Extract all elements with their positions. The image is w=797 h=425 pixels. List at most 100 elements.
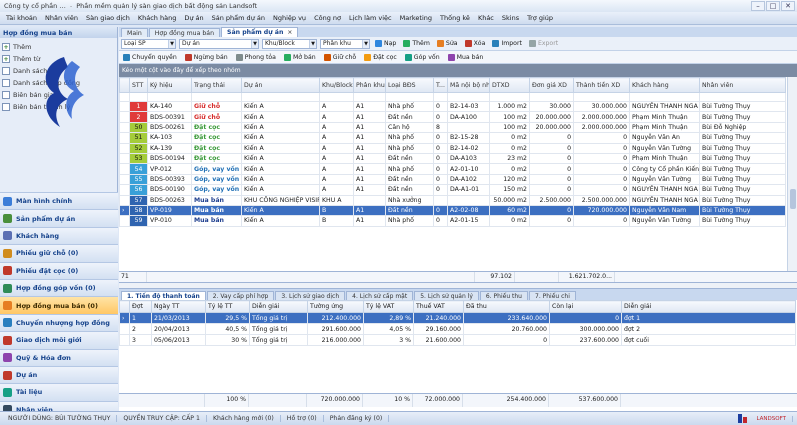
menu-item-2[interactable]: Sàn giao dịch [82, 14, 134, 22]
nav-item-4[interactable]: Phiếu đặt cọc (0) [0, 261, 118, 279]
action-button-2[interactable]: Phong tỏa [234, 52, 278, 63]
column-header[interactable]: T... [433, 77, 448, 93]
column-header[interactable]: Nhân viên [699, 77, 786, 93]
group-panel[interactable]: Kéo một cột vào đây để xếp theo nhóm [119, 64, 797, 77]
detail-tab-6[interactable]: 7. Phiếu chi [529, 291, 576, 300]
action-button-5[interactable]: Đặt cọc [362, 52, 399, 63]
column-header[interactable]: Đã thu [463, 300, 550, 313]
column-header[interactable]: Tỷ lệ TT [205, 300, 250, 313]
menu-item-1[interactable]: Nhân viên [41, 14, 82, 22]
column-header[interactable]: Tỷ lệ VAT [363, 300, 414, 313]
table-row[interactable]: 56 BDS-00190 Góp, vay vốn Kiến A A A1 Đất nền 0… [119, 184, 786, 196]
column-header[interactable]: Dự án [241, 77, 320, 93]
menu-item-13[interactable]: Trợ giúp [523, 14, 557, 22]
menu-item-11[interactable]: Khác [474, 14, 498, 22]
filter-button-5[interactable]: Export [527, 38, 560, 49]
menu-item-0[interactable]: Tài khoản [2, 14, 41, 22]
menu-item-4[interactable]: Dự án [180, 14, 207, 22]
filter-combo-0[interactable]: Loại SP ▼ [121, 38, 176, 49]
filter-button-2[interactable]: Sửa [435, 38, 460, 49]
action-button-7[interactable]: Mua bán [446, 52, 486, 63]
detail-tab-5[interactable]: 6. Phiếu thu [479, 291, 528, 300]
nav-item-1[interactable]: Sản phẩm dự án [0, 209, 118, 227]
column-header[interactable]: Đợt [129, 300, 152, 313]
detail-tab-0[interactable]: 1. Tiến độ thanh toán [121, 291, 206, 300]
column-header[interactable]: Khách hàng [629, 77, 700, 93]
column-header[interactable]: Thuế VAT [413, 300, 464, 313]
filter-button-4[interactable]: Import [490, 38, 524, 49]
column-header[interactable]: Mã nội bộ nhà [447, 77, 490, 93]
minimize-icon[interactable]: – [751, 1, 765, 11]
nav-item-0[interactable]: Màn hình chính [0, 192, 118, 210]
nav-item-6[interactable]: Hợp đồng mua bán (0) [0, 296, 118, 314]
column-header[interactable]: Phân khu [353, 77, 386, 93]
menu-item-5[interactable]: Sản phẩm dự án [208, 14, 269, 22]
column-header[interactable]: Tường ứng [307, 300, 364, 313]
nav-item-7[interactable]: Chuyển nhượng hợp đồng [0, 313, 118, 332]
column-header[interactable]: Còn lại [549, 300, 622, 313]
tab-2[interactable]: Sản phẩm dự án × [221, 27, 299, 37]
nav-item-9[interactable]: Quỹ & Hóa đơn [0, 348, 118, 366]
action-button-0[interactable]: Chuyển quyền [121, 52, 179, 63]
menu-item-3[interactable]: Khách hàng [134, 14, 180, 22]
column-header[interactable]: Loại BĐS [385, 77, 434, 93]
close-icon[interactable]: ✕ [781, 1, 795, 11]
payment-row[interactable]: 2 20/04/2013 40,5 % Tổng giá trị 291.600.000… [119, 323, 796, 335]
menu-item-12[interactable]: Skins [498, 14, 523, 22]
action-button-6[interactable]: Góp vốn [403, 52, 442, 63]
payment-row[interactable]: › 1 21/03/2013 29,5 % Tổng giá trị 212.400.00… [119, 312, 796, 324]
filter-row[interactable] [119, 92, 786, 102]
detail-tab-2[interactable]: 3. Lịch sử giao dịch [275, 291, 346, 300]
filter-button-0[interactable]: Nạp [373, 38, 398, 49]
menu-item-9[interactable]: Marketing [396, 14, 436, 22]
chevron-down-icon[interactable]: ▼ [251, 39, 258, 48]
filter-combo-1[interactable]: Dự án ▼ [179, 38, 259, 49]
column-header[interactable]: STT [129, 77, 148, 93]
table-row[interactable]: 55 BDS-00393 Góp, vay vốn Kiến A A A1 Đất nền 0… [119, 173, 786, 186]
filter-combo-2[interactable]: Khu/Block ▼ [262, 38, 317, 49]
action-button-3[interactable]: Mở bán [282, 52, 318, 63]
tab-1[interactable]: Hợp đồng mua bán [148, 28, 220, 37]
column-header[interactable]: Đơn giá XD [529, 77, 574, 93]
filter-combo-3[interactable]: Phân khu ▼ [320, 38, 370, 49]
chevron-down-icon[interactable]: ▼ [168, 39, 175, 48]
scroll-thumb[interactable] [790, 189, 796, 209]
grid-vertical-scrollbar[interactable] [787, 77, 797, 271]
menu-item-7[interactable]: Công nợ [310, 14, 345, 22]
column-header[interactable]: Ký hiệu [147, 77, 192, 93]
table-row[interactable]: 59 VP-010 Mua bán Kiến A B A1 Nhà phố 0 A2-01-15… [119, 215, 786, 227]
payment-row[interactable]: 3 05/06/2013 30 % Tổng giá trị 216.000.000 3 … [119, 334, 796, 346]
table-row[interactable]: 52 KA-139 Đặt cọc Kiến A A A1 Nhà phố 0 B2-14-02… [119, 142, 786, 154]
action-button-1[interactable]: Ngừng bán [183, 52, 230, 63]
filter-button-3[interactable]: Xóa [463, 38, 488, 49]
detail-tab-3[interactable]: 4. Lịch sử cấp mật [346, 291, 414, 300]
close-tab-icon[interactable]: × [287, 29, 292, 36]
nav-item-5[interactable]: Hợp đồng góp vốn (0) [0, 278, 118, 297]
chevron-down-icon[interactable]: ▼ [362, 39, 369, 48]
maximize-icon[interactable]: □ [766, 1, 780, 11]
detail-tab-4[interactable]: 5. Lịch sử quản lý [414, 291, 479, 300]
menu-item-10[interactable]: Thống kê [436, 14, 474, 22]
tree-item-0[interactable]: + Thêm [2, 41, 117, 53]
menu-item-8[interactable]: Lịch làm việc [345, 14, 396, 22]
tab-0[interactable]: Main [121, 28, 148, 37]
nav-item-2[interactable]: Khách hàng [0, 226, 118, 245]
table-row[interactable]: 53 BDS-00194 Đặt cọc Kiến A A A1 Đất nền 0 DA-A1… [119, 152, 786, 165]
table-row[interactable]: 51 KA-103 Đặt cọc Kiến A A A1 Nhà phố 0 B2-15-28… [119, 132, 786, 144]
column-header[interactable]: Diễn giải [249, 300, 308, 313]
nav-item-11[interactable]: Tài liệu [0, 383, 118, 401]
table-row[interactable]: 54 VP-012 Góp, vay vốn Kiến A A A1 Nhà phố 0 A2-… [119, 163, 786, 175]
column-header[interactable]: Khu/Block [319, 77, 354, 93]
column-header[interactable]: DTXD [489, 77, 530, 93]
menu-item-6[interactable]: Nghiệp vụ [269, 14, 310, 22]
nav-item-10[interactable]: Dự án [0, 365, 118, 384]
column-header[interactable]: Thành tiền XD [573, 77, 630, 93]
table-row[interactable]: 1 KA-140 Giữ chỗ Kiến A A A1 Nhà phố 0 B2-14-03 1… [119, 100, 786, 113]
column-header[interactable]: Trạng thái [191, 77, 242, 93]
table-row[interactable]: 57 BDS-00263 Mua bán KHU CÔNG NGHIỆP VISIP K… [119, 194, 786, 206]
table-row[interactable]: 50 BDS-00261 Đặt cọc Kiến A A A1 Căn hộ 8 100 m2… [119, 121, 786, 134]
filter-button-1[interactable]: Thêm [401, 38, 432, 49]
column-header[interactable]: Diễn giải [621, 300, 796, 313]
column-header[interactable] [119, 77, 130, 93]
table-row[interactable]: 2 BDS-00391 Giữ chỗ Kiến A A A1 Đất nền 0 DA-A10… [119, 111, 786, 123]
